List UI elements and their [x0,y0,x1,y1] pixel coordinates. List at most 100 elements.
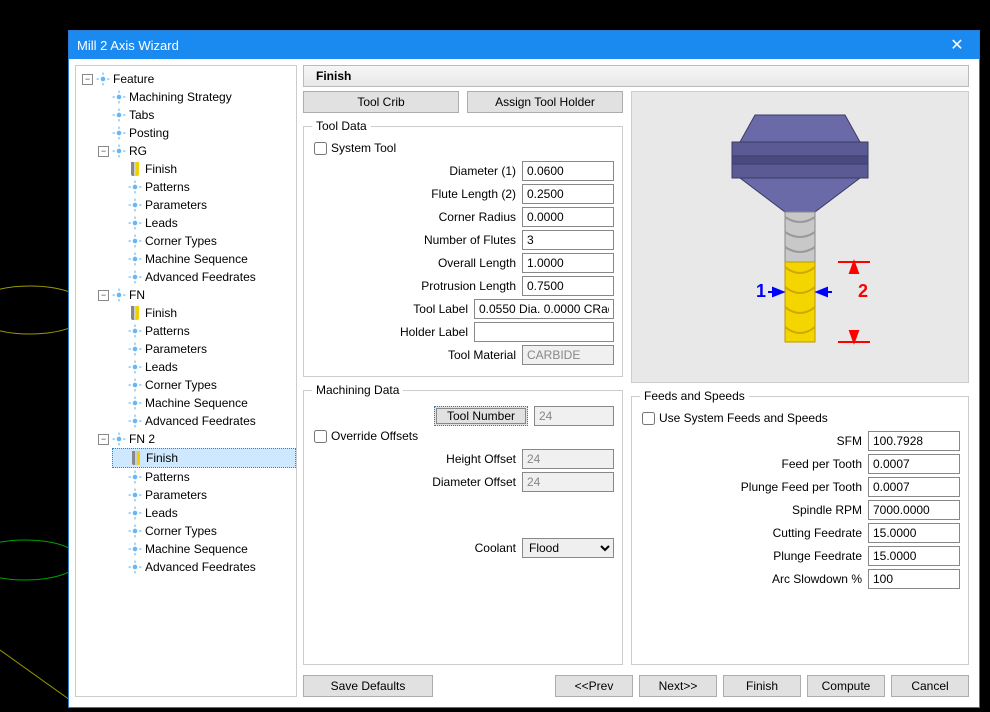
tree-item[interactable]: Machine Sequence [114,540,294,558]
tree-item[interactable]: Finish [114,160,294,178]
dim-1-label: 1 [756,281,766,301]
collapse-icon[interactable]: − [98,290,109,301]
tree-item[interactable]: Corner Types [114,522,294,540]
holder-label-label: Holder Label [312,325,468,339]
holder-label-input[interactable] [474,322,614,342]
tree-item[interactable]: Machine Sequence [114,250,294,268]
plunge-feed-per-tooth-input[interactable] [868,477,960,497]
finish-icon [128,450,144,466]
use-system-feeds-label: Use System Feeds and Speeds [659,411,828,425]
tool-number-input [534,406,614,426]
tree-item[interactable]: Machine Sequence [114,394,294,412]
system-tool-input[interactable] [314,142,327,155]
gear-icon [127,487,143,503]
tree-item[interactable]: Machining Strategy [98,88,294,106]
flute-length-input[interactable] [522,184,614,204]
feed-per-tooth-label: Feed per Tooth [640,457,862,471]
gear-icon [127,233,143,249]
arc-slowdown-label: Arc Slowdown % [640,572,862,586]
page-title: Finish [316,69,351,83]
tree-item[interactable]: Advanced Feedrates [114,558,294,576]
collapse-icon[interactable]: − [98,434,109,445]
system-tool-label: System Tool [331,141,396,155]
use-system-feeds-checkbox[interactable]: Use System Feeds and Speeds [642,411,960,425]
tree-group[interactable]: −FN [98,286,294,304]
gear-icon [127,395,143,411]
tool-label-input[interactable] [474,299,614,319]
diameter-input[interactable] [522,161,614,181]
tree-item[interactable]: Leads [114,504,294,522]
feature-tree[interactable]: − Feature Machining StrategyTabsPosting … [75,65,297,697]
close-icon[interactable]: ✕ [943,35,971,55]
coolant-label: Coolant [312,541,516,555]
tree-item[interactable]: Parameters [114,196,294,214]
finish-icon [127,161,143,177]
tree-item[interactable]: Parameters [114,340,294,358]
tree-item[interactable]: Leads [114,214,294,232]
gear-icon [127,359,143,375]
tree-item[interactable]: Tabs [98,106,294,124]
cutting-feedrate-input[interactable] [868,523,960,543]
tree-root[interactable]: − Feature [82,70,294,88]
tree-item[interactable]: Leads [114,358,294,376]
feed-per-tooth-input[interactable] [868,454,960,474]
tree-item-label: Advanced Feedrates [145,412,256,430]
diameter-offset-label: Diameter Offset [312,475,516,489]
tree-item-label: Tabs [129,106,154,124]
arc-slowdown-input[interactable] [868,569,960,589]
gear-icon [127,523,143,539]
gear-icon [127,413,143,429]
tree-item-label: Patterns [145,178,190,196]
overall-length-input[interactable] [522,253,614,273]
assign-tool-holder-button[interactable]: Assign Tool Holder [467,91,623,113]
tree-item[interactable]: Advanced Feedrates [114,268,294,286]
gear-icon [111,143,127,159]
cancel-button[interactable]: Cancel [891,675,969,697]
tree-item[interactable]: Corner Types [114,376,294,394]
override-offsets-checkbox[interactable]: Override Offsets [314,429,614,443]
tree-item-label: Finish [145,304,177,322]
tree-item[interactable]: Corner Types [114,232,294,250]
tree-item[interactable]: Posting [98,124,294,142]
collapse-icon[interactable]: − [82,74,93,85]
gear-icon [111,107,127,123]
num-flutes-label: Number of Flutes [312,233,516,247]
tree-item[interactable]: Parameters [114,486,294,504]
tree-item[interactable]: Patterns [114,322,294,340]
tree-item[interactable]: Patterns [114,178,294,196]
gear-icon [111,89,127,105]
override-offsets-input[interactable] [314,430,327,443]
tree-item-label: Parameters [145,340,207,358]
save-defaults-button[interactable]: Save Defaults [303,675,433,697]
num-flutes-input[interactable] [522,230,614,250]
use-system-feeds-input[interactable] [642,412,655,425]
height-offset-label: Height Offset [312,452,516,466]
corner-radius-input[interactable] [522,207,614,227]
tree-item-label: Patterns [145,322,190,340]
tool-number-button[interactable]: Tool Number [434,406,528,426]
collapse-icon[interactable]: − [98,146,109,157]
protrusion-length-input[interactable] [522,276,614,296]
next-button[interactable]: Next>> [639,675,717,697]
system-tool-checkbox[interactable]: System Tool [314,141,614,155]
tool-crib-button[interactable]: Tool Crib [303,91,459,113]
spindle-rpm-input[interactable] [868,500,960,520]
coolant-select[interactable]: Flood [522,538,614,558]
finish-button[interactable]: Finish [723,675,801,697]
tree-group-label: FN 2 [129,430,155,448]
tree-group-label: RG [129,142,147,160]
compute-button[interactable]: Compute [807,675,885,697]
gear-icon [127,215,143,231]
tree-item[interactable]: Patterns [114,468,294,486]
finish-icon [127,305,143,321]
prev-button[interactable]: <<Prev [555,675,633,697]
sfm-input[interactable] [868,431,960,451]
tree-group[interactable]: − RG [98,142,294,160]
tree-item[interactable]: Finish [114,304,294,322]
plunge-feedrate-input[interactable] [868,546,960,566]
tree-item-label: Machine Sequence [145,540,248,558]
tree-group[interactable]: − FN 2 [98,430,294,448]
tree-item[interactable]: Advanced Feedrates [114,412,294,430]
overall-length-label: Overall Length [312,256,516,270]
tree-item[interactable]: Finish [112,448,296,468]
